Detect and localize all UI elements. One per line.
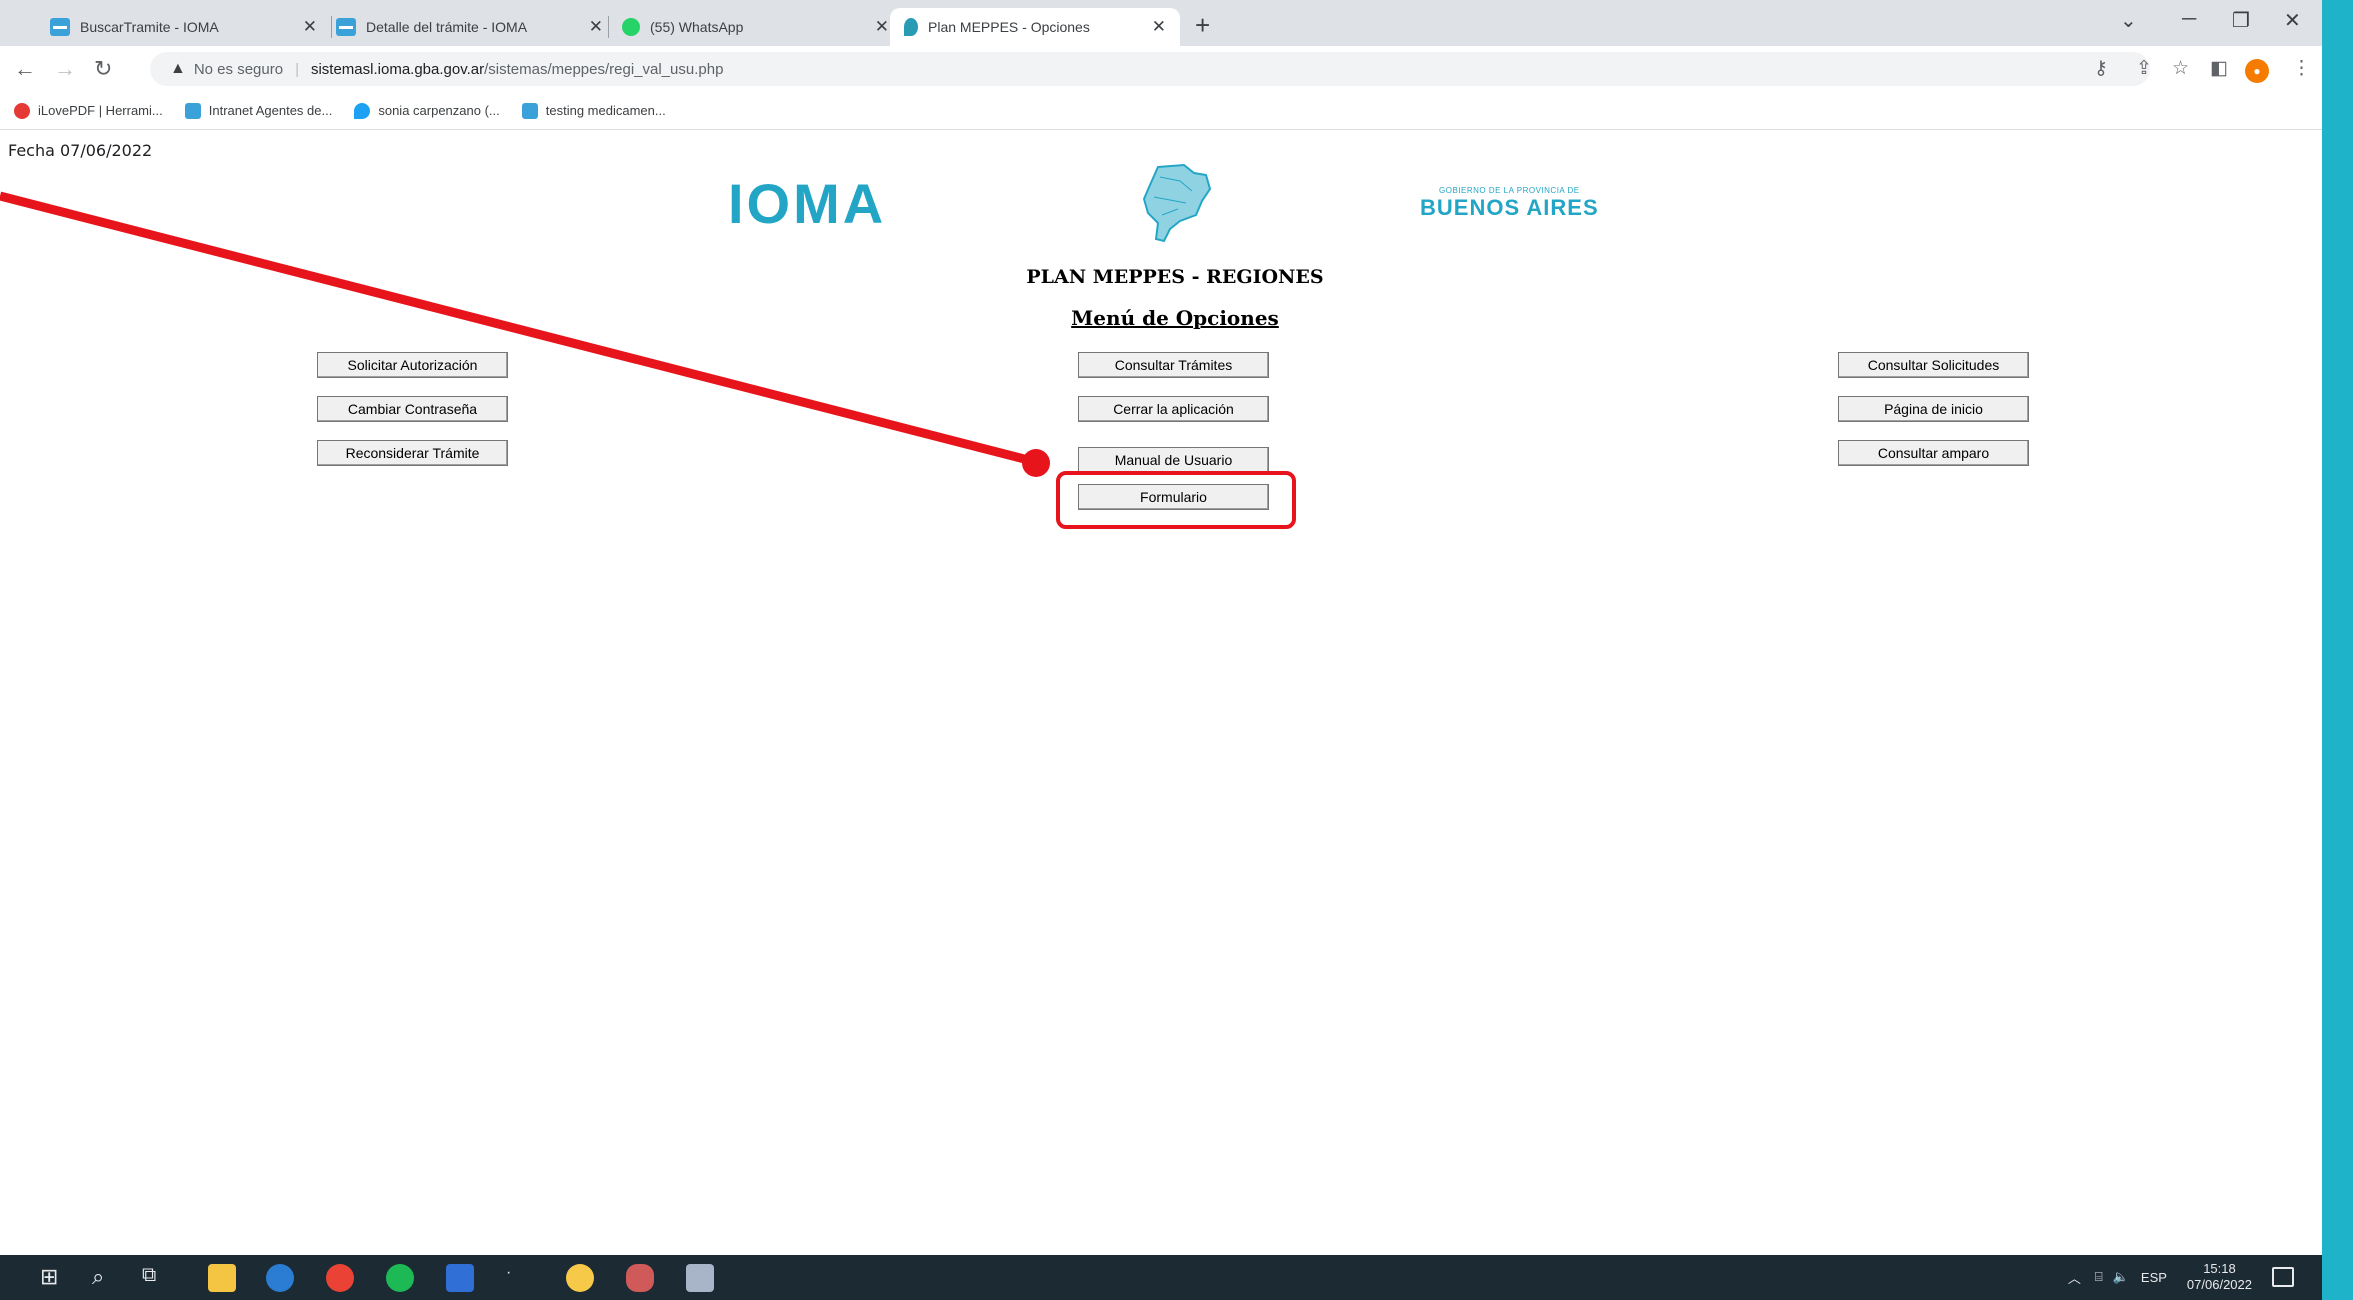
url-path: /sistemas/meppes/regi_val_usu.php bbox=[484, 60, 724, 78]
windows-start-icon[interactable]: ⊞ bbox=[40, 1264, 68, 1292]
tab-strip: BuscarTramite - IOMA ✕ Detalle del trámi… bbox=[0, 0, 2322, 46]
address-bar[interactable]: ▲ No es seguro | sistemasl.ioma.gba.gov.… bbox=[150, 52, 2150, 86]
bookmarks-bar: iLovePDF | Herrami... Intranet Agentes d… bbox=[0, 92, 2322, 130]
url-host: sistemasl.ioma.gba.gov.ar bbox=[310, 60, 485, 78]
tab-title: BuscarTramite - IOMA bbox=[80, 19, 219, 35]
menu-icon[interactable]: ⋮ bbox=[2292, 57, 2311, 80]
annotation-highlight-box bbox=[1056, 471, 1296, 529]
volume-icon[interactable]: 🔈 bbox=[2113, 1269, 2129, 1285]
app-icon[interactable] bbox=[626, 1264, 654, 1292]
notification-icon[interactable] bbox=[2272, 1267, 2294, 1287]
share-icon[interactable]: ⇪ bbox=[2136, 57, 2152, 80]
buenos-aires-map-icon bbox=[1142, 163, 1212, 243]
app-icon[interactable]: · bbox=[506, 1264, 534, 1292]
ioma-favicon-icon bbox=[50, 18, 70, 36]
warning-icon[interactable]: ▲ bbox=[170, 60, 186, 78]
browser-toolbar: ← → ↻ ▲ No es seguro | sistemasl.ioma.gb… bbox=[0, 46, 2322, 92]
tab-detalle-tramite[interactable]: Detalle del trámite - IOMA ✕ bbox=[322, 8, 617, 46]
tab-search-chevron-icon[interactable]: ⌄ bbox=[2120, 8, 2137, 33]
bookmark-sonia[interactable]: sonia carpenzano (... bbox=[354, 102, 500, 119]
tab-title: Detalle del trámite - IOMA bbox=[366, 19, 528, 35]
new-tab-icon[interactable]: + bbox=[1195, 10, 1210, 41]
close-window-icon[interactable]: ✕ bbox=[2284, 8, 2301, 33]
tab-buscar-tramite[interactable]: BuscarTramite - IOMA ✕ bbox=[36, 8, 331, 46]
app-icon[interactable] bbox=[446, 1264, 474, 1292]
bookmark-label: testing medicamen... bbox=[545, 103, 666, 118]
side-panel-icon[interactable]: ◧ bbox=[2210, 57, 2228, 80]
pagina-inicio-button[interactable]: Página de inicio bbox=[1838, 396, 2029, 422]
gob-logo-small-text: GOBIERNO DE LA PROVINCIA DE bbox=[1439, 186, 1580, 195]
tab-title: Plan MEPPES - Opciones bbox=[928, 19, 1090, 35]
app-icon[interactable] bbox=[686, 1264, 714, 1292]
key-icon[interactable]: ⚷ bbox=[2094, 57, 2108, 80]
screen: BuscarTramite - IOMA ✕ Detalle del trámi… bbox=[0, 0, 2322, 1300]
clock-time: 15:18 bbox=[2203, 1261, 2236, 1276]
ioma-logo: IOMA bbox=[728, 172, 887, 235]
ioma-icon bbox=[521, 102, 538, 119]
tab-plan-meppes[interactable]: Plan MEPPES - Opciones ✕ bbox=[890, 8, 1180, 46]
chevron-up-icon[interactable]: ︿ bbox=[2068, 1268, 2081, 1287]
cambiar-contrasena-button[interactable]: Cambiar Contraseña bbox=[317, 396, 508, 422]
app-icon[interactable] bbox=[566, 1264, 594, 1292]
menu-title: Menú de Opciones bbox=[1071, 306, 1279, 330]
close-icon[interactable]: ✕ bbox=[303, 17, 317, 37]
file-explorer-icon[interactable] bbox=[208, 1264, 236, 1292]
ioma-favicon-icon bbox=[336, 18, 356, 36]
plan-favicon-icon bbox=[904, 18, 918, 36]
task-view-icon[interactable]: ⧉ bbox=[142, 1264, 170, 1292]
ilovepdf-icon bbox=[14, 102, 30, 119]
search-icon[interactable]: ⌕ bbox=[92, 1264, 120, 1292]
bookmark-testing[interactable]: testing medicamen... bbox=[521, 102, 666, 119]
taskbar: ⊞ ⌕ ⧉ · ︿ ⌸ 🔈 ESP 15:18 07/06/2022 bbox=[0, 1255, 2322, 1300]
manual-usuario-button[interactable]: Manual de Usuario bbox=[1078, 447, 1269, 473]
clock[interactable]: 15:18 07/06/2022 bbox=[2187, 1261, 2252, 1293]
star-icon[interactable]: ☆ bbox=[2172, 57, 2189, 80]
gob-logo-big-text: BUENOS AIRES bbox=[1420, 195, 1599, 220]
solicitar-autorizacion-button[interactable]: Solicitar Autorización bbox=[317, 352, 508, 378]
bookmark-ilovepdf[interactable]: iLovePDF | Herrami... bbox=[14, 102, 163, 119]
cerrar-aplicacion-button[interactable]: Cerrar la aplicación bbox=[1078, 396, 1269, 422]
network-icon[interactable]: ⌸ bbox=[2095, 1269, 2103, 1285]
tab-whatsapp[interactable]: (55) WhatsApp ✕ bbox=[608, 8, 903, 46]
whatsapp-icon bbox=[622, 18, 640, 36]
system-tray: ︿ ⌸ 🔈 ESP 15:18 07/06/2022 bbox=[2068, 1261, 2252, 1293]
forward-icon[interactable]: → bbox=[54, 56, 76, 82]
edge-icon[interactable] bbox=[266, 1264, 294, 1292]
ioma-icon bbox=[184, 102, 201, 119]
close-icon[interactable]: ✕ bbox=[875, 17, 889, 37]
bookmark-label: Intranet Agentes de... bbox=[208, 103, 333, 118]
page-title: PLAN MEPPES - REGIONES bbox=[1026, 266, 1324, 288]
gobierno-buenos-aires-logo: GOBIERNO DE LA PROVINCIA DE BUENOS AIRES bbox=[1420, 186, 1599, 221]
reload-icon[interactable]: ↻ bbox=[94, 56, 112, 82]
language-indicator[interactable]: ESP bbox=[2141, 1270, 2167, 1285]
consultar-solicitudes-button[interactable]: Consultar Solicitudes bbox=[1838, 352, 2029, 378]
profile-avatar[interactable]: ● bbox=[2245, 59, 2269, 83]
date-label: Fecha 07/06/2022 bbox=[8, 141, 153, 160]
minimize-icon[interactable]: ─ bbox=[2182, 8, 2196, 31]
clock-date: 07/06/2022 bbox=[2186, 1277, 2252, 1292]
separator: | bbox=[295, 60, 299, 78]
restore-icon[interactable]: ❐ bbox=[2232, 8, 2250, 33]
consultar-amparo-button[interactable]: Consultar amparo bbox=[1838, 440, 2029, 466]
tab-title: (55) WhatsApp bbox=[650, 19, 744, 35]
chrome-icon[interactable] bbox=[326, 1264, 354, 1292]
back-icon[interactable]: ← bbox=[14, 56, 36, 82]
security-label[interactable]: No es seguro bbox=[194, 61, 283, 78]
reconsiderar-tramite-button[interactable]: Reconsiderar Trámite bbox=[317, 440, 508, 466]
spotify-icon[interactable] bbox=[386, 1264, 414, 1292]
consultar-tramites-button[interactable]: Consultar Trámites bbox=[1078, 352, 1269, 378]
bookmark-intranet[interactable]: Intranet Agentes de... bbox=[184, 102, 333, 119]
twitter-icon bbox=[354, 102, 371, 119]
page-content: Fecha 07/06/2022 IOMA GOBIERNO DE LA PRO… bbox=[0, 131, 2322, 1255]
bookmark-label: sonia carpenzano (... bbox=[378, 103, 500, 118]
bookmark-label: iLovePDF | Herrami... bbox=[38, 103, 163, 118]
close-icon[interactable]: ✕ bbox=[1152, 17, 1166, 37]
close-icon[interactable]: ✕ bbox=[589, 17, 603, 37]
